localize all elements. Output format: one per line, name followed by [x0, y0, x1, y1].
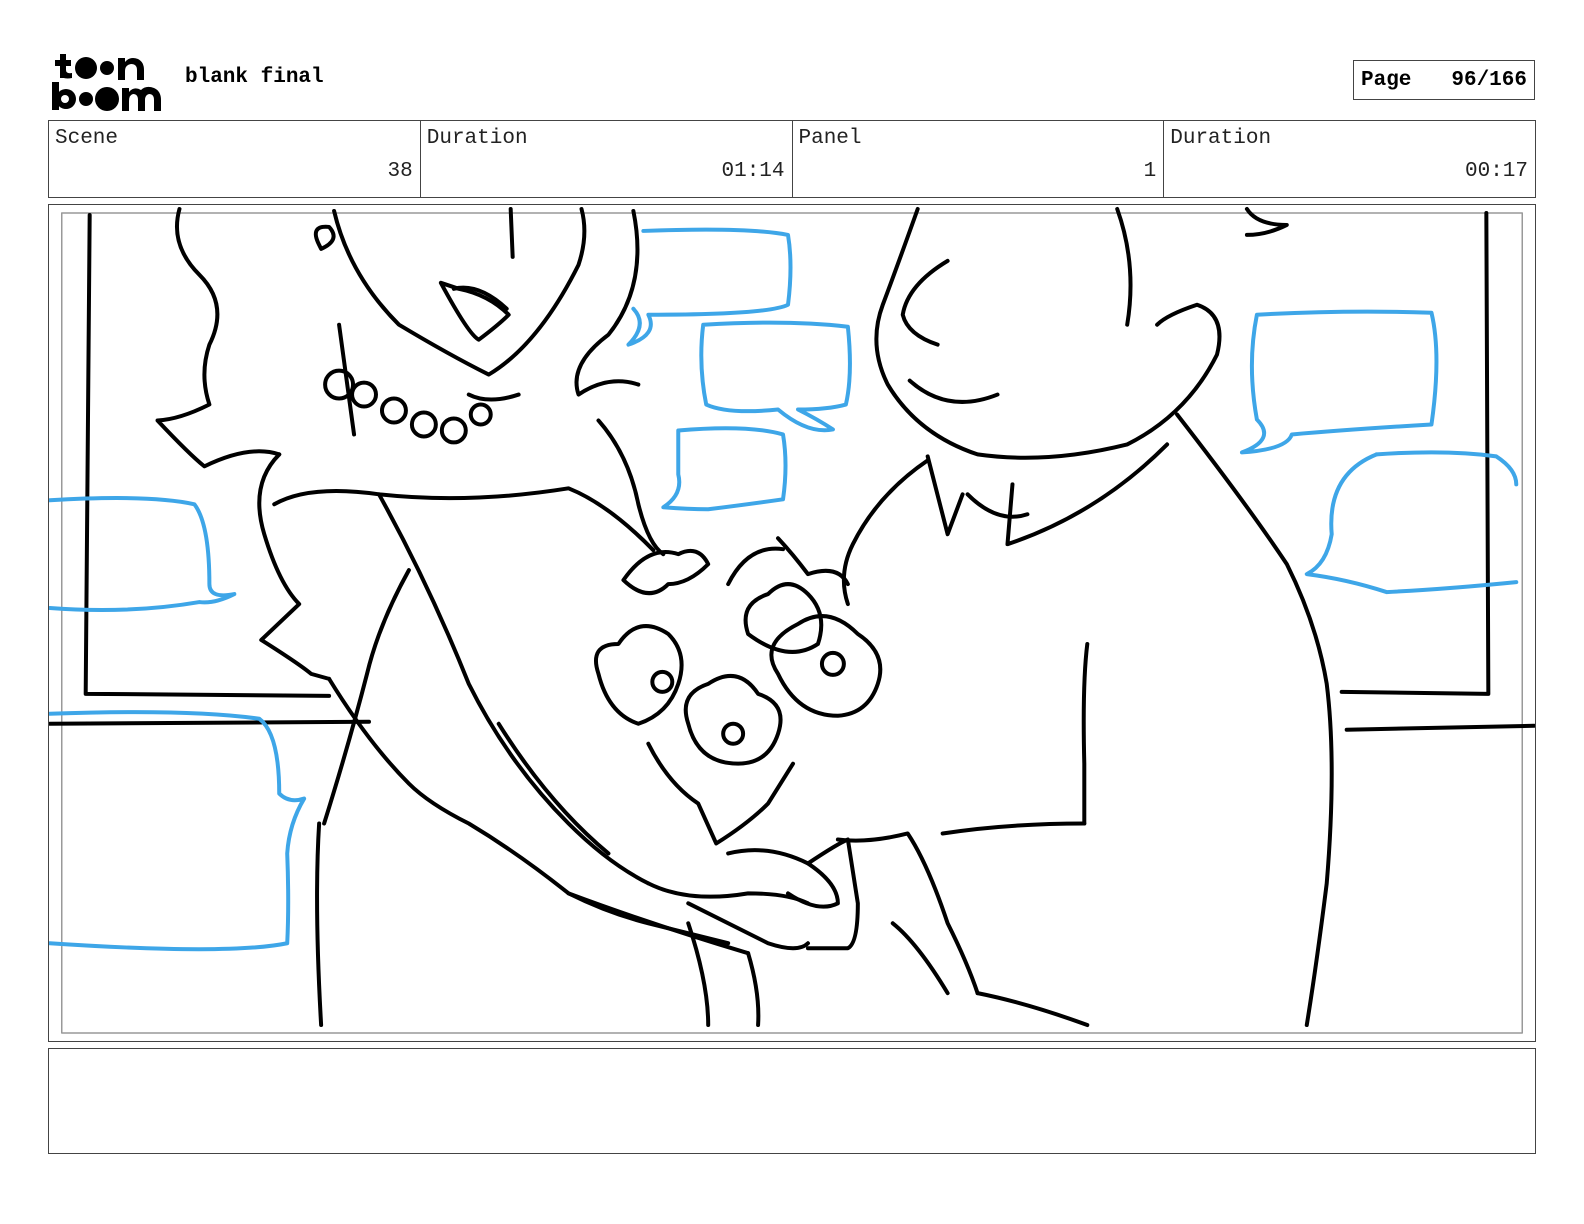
storyboard-sketch-image	[49, 206, 1535, 1034]
panel-duration-label: Duration	[1170, 127, 1272, 150]
storyboard-panel	[48, 204, 1536, 1042]
page-number: 96/166	[1451, 68, 1527, 92]
scene-info-table: Scene 38 Duration 01:14 Panel 1 Duration…	[48, 120, 1536, 198]
page-indicator: Page 96/166	[1353, 60, 1535, 100]
scene-duration-cell: Duration 01:14	[421, 121, 793, 197]
panel-notes-box[interactable]	[48, 1048, 1536, 1154]
scene-cell: Scene 38	[49, 121, 421, 197]
project-title: blank final	[185, 66, 324, 89]
scene-duration-label: Duration	[426, 127, 528, 150]
page-label: Page	[1361, 68, 1412, 92]
panel-duration-cell: Duration 00:17	[1164, 121, 1535, 197]
toon-boom-logo-icon	[52, 54, 161, 111]
panel-duration-value: 00:17	[1464, 160, 1528, 183]
panel-cell: Panel 1	[793, 121, 1165, 197]
panel-value: 1	[1143, 160, 1157, 183]
scene-value: 38	[387, 160, 413, 183]
panel-label: Panel	[798, 127, 862, 150]
scene-label: Scene	[55, 127, 119, 150]
scene-duration-value: 01:14	[721, 160, 785, 183]
